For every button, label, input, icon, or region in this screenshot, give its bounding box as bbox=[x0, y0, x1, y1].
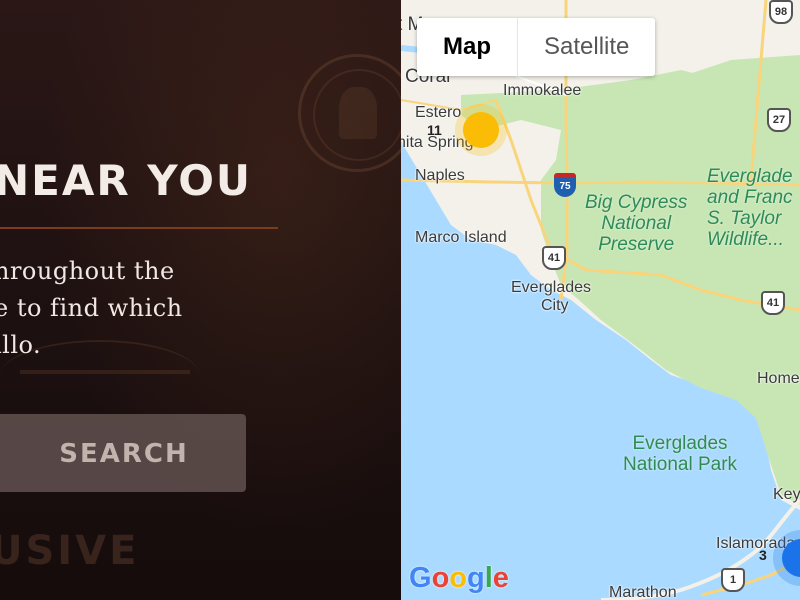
dealer-locator-panel: NEAR YOU hroughout the e to find which i… bbox=[0, 0, 401, 600]
marker-cluster-count: 11 bbox=[427, 122, 442, 138]
association-seal-icon bbox=[298, 54, 401, 172]
interstate-75-shield-icon: 75 bbox=[554, 173, 576, 197]
place-label-naples: Naples bbox=[415, 167, 465, 184]
search-button-label: SEARCH bbox=[59, 439, 189, 469]
park-label-line: and Franc bbox=[707, 187, 793, 208]
place-label-immokalee: Immokalee bbox=[503, 82, 582, 99]
faded-section-title: USIVE bbox=[0, 528, 140, 574]
map-view[interactable]: t Myers Coral Immokalee Estero nita Spri… bbox=[401, 0, 800, 600]
map-view-button[interactable]: Map bbox=[417, 18, 517, 76]
us-41-shield-icon: 41 bbox=[761, 291, 785, 315]
us-1-shield-icon: 1 bbox=[721, 568, 745, 592]
place-label-marco-island: Marco Island bbox=[415, 229, 507, 246]
us-41-shield-icon: 41 bbox=[542, 246, 566, 270]
place-label-everglades-city: Everglades bbox=[511, 279, 592, 296]
marker-cluster-icon[interactable] bbox=[463, 112, 499, 148]
section-heading: NEAR YOU bbox=[0, 156, 253, 205]
description-line: illo. bbox=[0, 331, 42, 359]
park-label-everglades-np: Everglades National Park bbox=[623, 433, 737, 475]
description-text: hroughout the e to find which illo. bbox=[0, 253, 224, 364]
route-27-shield-icon: 27 bbox=[767, 108, 791, 132]
place-label-homestead: Home bbox=[757, 370, 800, 387]
place-label-estero: Estero bbox=[415, 104, 462, 121]
description-line: hroughout the bbox=[0, 257, 175, 285]
route-98-shield-icon: 98 bbox=[769, 0, 793, 24]
map-base bbox=[401, 0, 800, 600]
place-label-everglades-city-2: City bbox=[541, 297, 569, 314]
place-label-key-largo: Key bbox=[773, 486, 800, 503]
heading-divider bbox=[0, 227, 278, 229]
park-label-everglades-wildlife: Everglade and Franc S. Taylor Wildlife..… bbox=[707, 166, 793, 250]
google-logo[interactable]: Google bbox=[409, 562, 509, 595]
park-label-line: Everglades bbox=[632, 433, 728, 454]
place-label-marathon: Marathon bbox=[609, 584, 677, 600]
description-line: e to find which bbox=[0, 294, 183, 322]
search-button[interactable]: SEARCH bbox=[0, 414, 246, 492]
decorative-rule bbox=[20, 370, 190, 374]
park-label-line: Big Cypress bbox=[585, 192, 688, 213]
marker-cluster-count: 3 bbox=[759, 547, 767, 563]
park-label-line: National Park bbox=[623, 454, 738, 475]
park-label-big-cypress: Big Cypress National Preserve bbox=[585, 192, 687, 255]
satellite-view-button[interactable]: Satellite bbox=[518, 18, 655, 76]
park-label-line: Everglade bbox=[707, 166, 793, 187]
park-label-line: S. Taylor bbox=[707, 208, 782, 229]
park-label-line: Preserve bbox=[598, 234, 675, 255]
park-label-line: Wildlife... bbox=[707, 229, 784, 250]
map-type-control: Map Satellite bbox=[417, 18, 656, 76]
park-label-line: National bbox=[601, 213, 672, 234]
